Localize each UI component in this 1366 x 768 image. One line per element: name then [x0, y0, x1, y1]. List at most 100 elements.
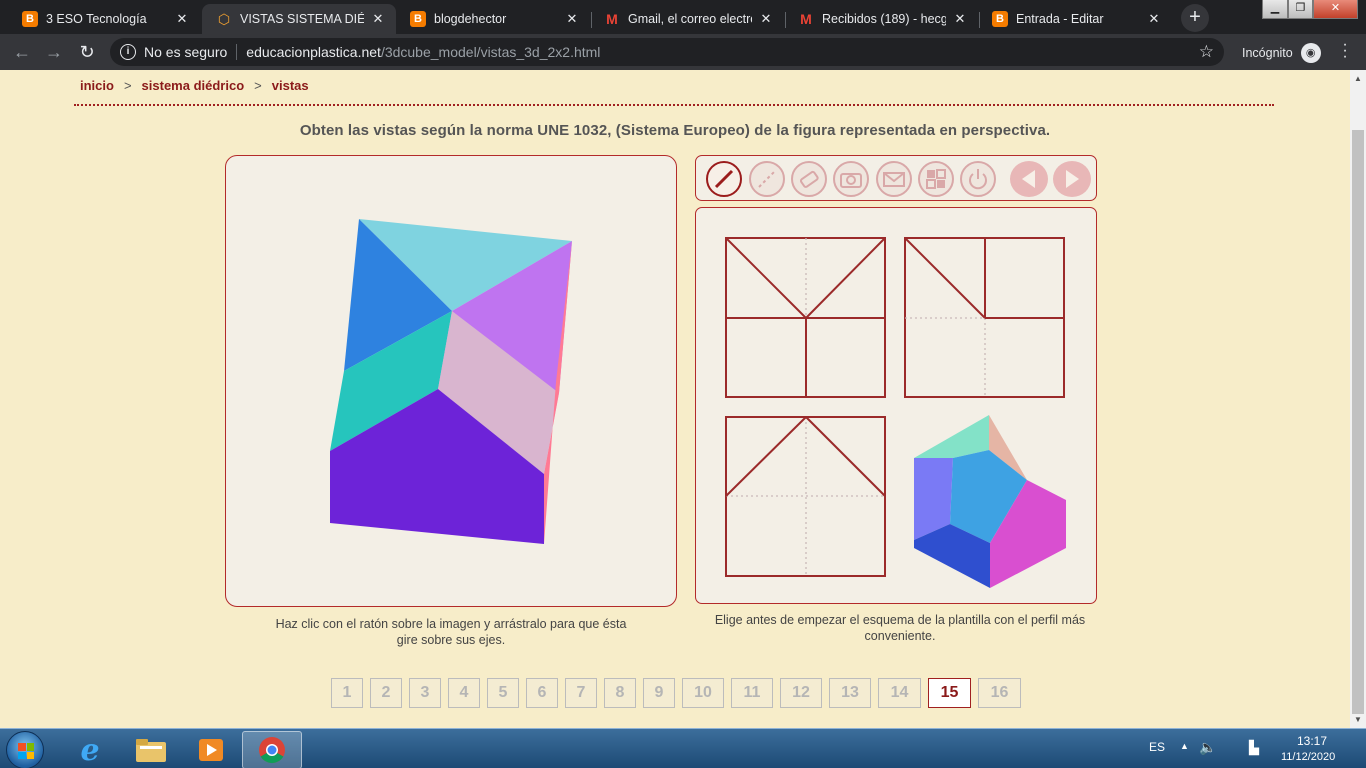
info-icon[interactable]: i [120, 44, 136, 60]
line-tool-button[interactable] [706, 161, 742, 197]
taskbar-media-player[interactable] [181, 731, 241, 768]
breadcrumb-vistas[interactable]: vistas [272, 78, 309, 93]
breadcrumb-sistema-diedrico[interactable]: sistema diédrico [142, 78, 245, 93]
3d-model[interactable] [226, 156, 678, 608]
clock-time[interactable]: 13:17 [1297, 734, 1327, 748]
tab-title: Recibidos (189) - hecgon [822, 12, 946, 26]
close-icon[interactable]: ✕ [370, 11, 386, 27]
front-view[interactable] [725, 237, 886, 398]
show-hidden-icons-icon[interactable]: ▲ [1180, 741, 1189, 751]
3d-viewer[interactable] [225, 155, 677, 607]
browser-toolbar: ← → ↻ i No es seguro educacionplastica.n… [0, 34, 1366, 70]
chrome-icon [259, 737, 285, 764]
bookmark-star-icon[interactable]: ☆ [1199, 42, 1214, 62]
side-view[interactable] [904, 237, 1065, 398]
new-tab-button[interactable]: + [1181, 4, 1209, 32]
close-icon[interactable]: ✕ [174, 11, 190, 27]
page-title: Obten las vistas según la norma UNE 1032… [299, 122, 1051, 139]
close-window-button[interactable]: ✕ [1313, 0, 1358, 19]
taskbar-chrome[interactable] [242, 731, 302, 768]
camera-button[interactable] [833, 161, 869, 197]
camera-icon [840, 173, 862, 188]
page-button-1[interactable]: 1 [331, 678, 363, 708]
windows-taskbar: e ES ▲ 🔈 ▙ 13:17 11/12/2020 [0, 728, 1366, 768]
tab-recibidos[interactable]: M Recibidos (189) - hecgon ✕ [784, 4, 978, 34]
next-button[interactable] [1053, 161, 1091, 197]
previous-button[interactable] [1010, 161, 1048, 197]
page-button-11[interactable]: 11 [731, 678, 773, 708]
eraser-button[interactable] [791, 161, 827, 197]
exercise-pagination: 1 2 3 4 5 6 7 8 9 10 11 12 13 14 15 16 [331, 678, 1021, 708]
blogger-icon: B [22, 11, 38, 27]
tab-gmail[interactable]: M Gmail, el correo electrónico ✕ [590, 4, 784, 34]
scroll-down-icon[interactable]: ▼ [1354, 715, 1362, 724]
volume-icon[interactable]: 🔈 [1199, 739, 1216, 756]
page-button-16[interactable]: 16 [978, 678, 1021, 708]
layout-button[interactable] [918, 161, 954, 197]
address-bar[interactable]: i No es seguro educacionplastica.net/3dc… [110, 38, 1224, 66]
page-button-14[interactable]: 14 [878, 678, 921, 708]
dotted-divider [74, 104, 1274, 106]
scroll-up-icon[interactable]: ▲ [1354, 74, 1362, 83]
incognito-indicator[interactable]: Incógnito ◉ [1242, 43, 1321, 63]
page-button-12[interactable]: 12 [780, 678, 822, 708]
breadcrumb-inicio[interactable]: inicio [80, 78, 114, 93]
views-drawing[interactable] [696, 208, 1098, 605]
page-button-15-current[interactable]: 15 [928, 678, 971, 708]
tab-3-eso-tecnologia[interactable]: B 3 ESO Tecnología ✕ [8, 4, 200, 34]
security-status: No es seguro [144, 44, 228, 60]
blogger-icon: B [410, 11, 426, 27]
tab-strip: B 3 ESO Tecnología ✕ ⬡ VISTAS SISTEMA DI… [0, 0, 1366, 34]
start-button[interactable] [6, 731, 44, 768]
internet-explorer-icon: e [80, 732, 100, 768]
page-button-13[interactable]: 13 [829, 678, 871, 708]
incognito-label: Incógnito [1242, 46, 1293, 60]
page-button-9[interactable]: 9 [643, 678, 675, 708]
language-indicator[interactable]: ES [1149, 740, 1165, 754]
tab-title: 3 ESO Tecnología [46, 12, 147, 26]
close-icon[interactable]: ✕ [758, 11, 774, 27]
maximize-button[interactable]: ❐ [1288, 0, 1313, 19]
page-scrollbar[interactable]: ▲ ▼ [1350, 70, 1366, 728]
tab-title: Entrada - Editar [1016, 12, 1104, 26]
page-button-2[interactable]: 2 [370, 678, 402, 708]
site-icon: ⬡ [217, 10, 231, 27]
page-button-5[interactable]: 5 [487, 678, 519, 708]
gmail-icon: M [606, 11, 618, 27]
minimize-button[interactable]: ▁ [1262, 0, 1288, 19]
page-button-7[interactable]: 7 [565, 678, 597, 708]
reload-button[interactable]: ↻ [75, 40, 99, 64]
tab-vistas-sistema-diedrico[interactable]: ⬡ VISTAS SISTEMA DIÉDRICO ✕ [202, 4, 396, 34]
close-icon[interactable]: ✕ [952, 11, 968, 27]
drawing-toolbar [695, 155, 1097, 201]
page-button-6[interactable]: 6 [526, 678, 558, 708]
page-button-10[interactable]: 10 [682, 678, 724, 708]
tab-blogdehector[interactable]: B blogdehector ✕ [396, 4, 590, 34]
omnibox-divider [236, 44, 238, 60]
taskbar-internet-explorer[interactable]: e [60, 731, 120, 768]
sheet-caption: Elige antes de empezar el esquema de la … [714, 613, 1086, 643]
views-template-sheet[interactable] [695, 207, 1097, 604]
taskbar-file-explorer[interactable] [121, 731, 181, 768]
back-button[interactable]: ← [10, 40, 34, 64]
next-arrow-icon [1066, 170, 1079, 188]
network-warning-icon[interactable]: ▙ [1249, 740, 1259, 756]
tab-title: Gmail, el correo electrónico [628, 12, 752, 26]
mail-button[interactable] [876, 161, 912, 197]
isometric-reference [914, 415, 1066, 588]
power-button[interactable] [960, 161, 996, 197]
tab-title: blogdehector [434, 12, 507, 26]
mail-icon [883, 172, 905, 187]
dashed-line-tool-button[interactable] [749, 161, 785, 197]
scrollbar-thumb[interactable] [1352, 130, 1364, 714]
page-button-3[interactable]: 3 [409, 678, 441, 708]
page-button-4[interactable]: 4 [448, 678, 480, 708]
tab-entrada-editar[interactable]: B Entrada - Editar ✕ [978, 4, 1172, 34]
page-button-8[interactable]: 8 [604, 678, 636, 708]
browser-menu-icon[interactable]: · · · [1340, 37, 1350, 65]
top-view[interactable] [725, 416, 886, 577]
close-icon[interactable]: ✕ [564, 11, 580, 27]
forward-button[interactable]: → [42, 40, 66, 64]
clock-date[interactable]: 11/12/2020 [1281, 751, 1335, 763]
close-icon[interactable]: ✕ [1146, 11, 1162, 27]
